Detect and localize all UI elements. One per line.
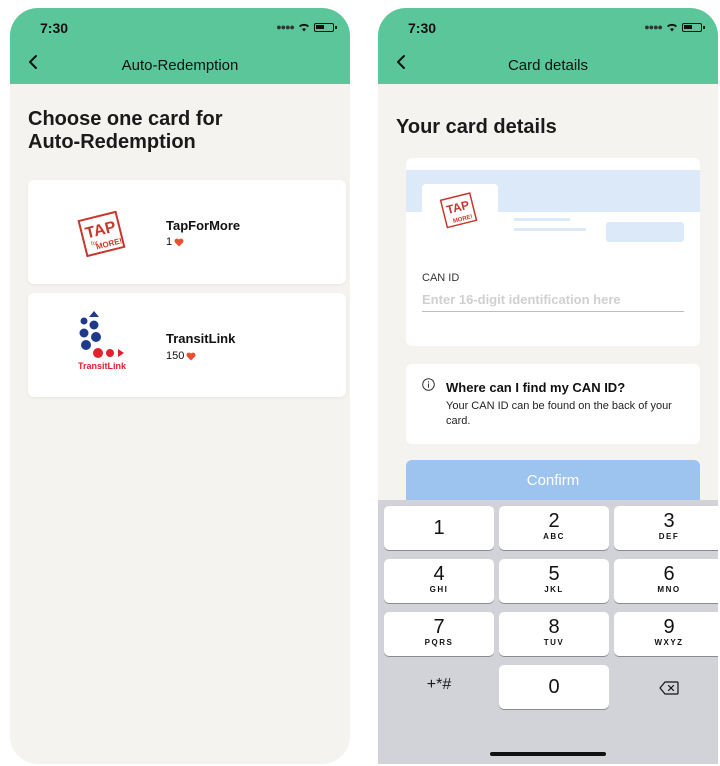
key-6[interactable]: 6 MNO: [614, 559, 718, 603]
card-points-transitlink: 150: [166, 350, 196, 362]
confirm-button[interactable]: Confirm: [406, 460, 700, 500]
wifi-icon: [299, 23, 309, 32]
card-option-tapformore[interactable]: TAP for MORE! TapForMore 1: [28, 180, 346, 284]
info-body: Your CAN ID can be found on the back of …: [446, 400, 672, 427]
key-letters: GHI: [429, 585, 449, 594]
card-preview-line: [514, 228, 586, 231]
info-panel: Where can I find my CAN ID? Your CAN ID …: [406, 364, 700, 444]
wifi-icon: [667, 23, 677, 32]
key-number: 9: [663, 616, 675, 638]
home-indicator: [490, 752, 606, 756]
backspace-icon: [659, 681, 679, 695]
key-5[interactable]: 5 JKL: [499, 559, 609, 603]
tapformore-logo: TAP for MORE!: [77, 210, 126, 258]
page-heading-line-1: Choose one card for: [28, 108, 223, 130]
card-preview-chip: [606, 222, 684, 242]
signal-icon: ●●●●: [644, 22, 663, 32]
key-number: 1: [433, 517, 445, 539]
key-letters: MNO: [657, 585, 681, 594]
system-icons: ●●●●: [644, 22, 705, 32]
key-letters: JKL: [544, 585, 564, 594]
battery-icon: [314, 22, 337, 32]
key-number: 2: [548, 510, 560, 532]
page-heading: Choose one card for Auto-Redemption: [28, 108, 222, 154]
can-id-label: CAN ID: [422, 272, 460, 284]
heart-icon: [174, 238, 184, 246]
transitlink-logo-text: TransitLink: [78, 361, 127, 371]
status-time: 7:30: [408, 20, 437, 36]
nav-bar: Card details: [378, 48, 718, 84]
points-value: 1: [166, 236, 173, 248]
key-number: 0: [548, 676, 560, 698]
key-letters: WXYZ: [654, 638, 684, 647]
key-letters: PQRS: [424, 638, 454, 647]
signal-icon: ●●●●: [276, 22, 295, 32]
points-value: 150: [166, 350, 185, 362]
status-bar: 7:30 ●●●●: [378, 8, 718, 48]
card-option-transitlink[interactable]: TransitLink TransitLink 150: [28, 293, 346, 397]
key-2[interactable]: 2 ABC: [499, 506, 609, 550]
numeric-keyboard: 1 2 ABC 3 DEF 4 GHI 5 JKL 6 MNO 7 PQRS 8 TUV 9W…: [378, 500, 718, 764]
page-heading: Your card details: [396, 116, 557, 138]
nav-title: Card details: [507, 57, 589, 74]
key-9[interactable]: 9 WXYZ: [614, 612, 718, 656]
auto-redemption-screen: 7:30 ●●●● Auto-Redemption Choose one car…: [10, 8, 350, 764]
key-3[interactable]: 3 DEF: [614, 506, 718, 550]
transitlink-logo: TransitLink: [78, 311, 127, 371]
key-number: 7: [433, 616, 445, 638]
key-4[interactable]: 4 GHI: [384, 559, 494, 603]
key-letters: DEF: [658, 532, 680, 541]
key-number: 5: [548, 563, 560, 585]
battery-icon: [682, 22, 705, 32]
card-details-screen: 7:30 ●●●● Card details Your card details…: [378, 8, 718, 764]
key-letters: TUV: [543, 638, 565, 647]
delete-key[interactable]: [614, 665, 718, 709]
key-letters: ABC: [543, 532, 565, 541]
key-8[interactable]: 8 TUV: [499, 612, 609, 656]
heart-icon: [186, 352, 196, 360]
info-title: Where can I find my CAN ID?: [446, 380, 626, 395]
card-preview-graphic: TAP MORE!: [422, 184, 498, 242]
key-1[interactable]: 1: [384, 506, 494, 550]
key-number: +*#: [426, 676, 452, 693]
card-points-tapformore: 1: [166, 236, 184, 248]
key-number: 8: [548, 616, 560, 638]
nav-bar: Auto-Redemption: [10, 48, 350, 84]
card-preview-line: [514, 218, 570, 221]
key-7[interactable]: 7 PQRS: [384, 612, 494, 656]
nav-title: Auto-Redemption: [121, 57, 239, 74]
card-details-panel: TAP MORE! CAN ID: [406, 158, 700, 346]
card-name-tapformore: TapForMore: [166, 218, 241, 233]
key-symbols[interactable]: +*#: [384, 665, 494, 709]
key-number: 3: [663, 510, 675, 532]
page-heading-line-2: Auto-Redemption: [28, 131, 196, 153]
key-number: 4: [433, 563, 445, 585]
system-icons: ●●●●: [276, 22, 337, 32]
card-name-transitlink: TransitLink: [166, 331, 236, 346]
info-icon: [422, 378, 435, 391]
key-number: 6: [663, 563, 675, 585]
key-0[interactable]: 0: [499, 665, 609, 709]
status-time: 7:30: [40, 20, 69, 36]
status-bar: 7:30 ●●●●: [10, 8, 350, 48]
can-id-input[interactable]: [422, 292, 684, 312]
